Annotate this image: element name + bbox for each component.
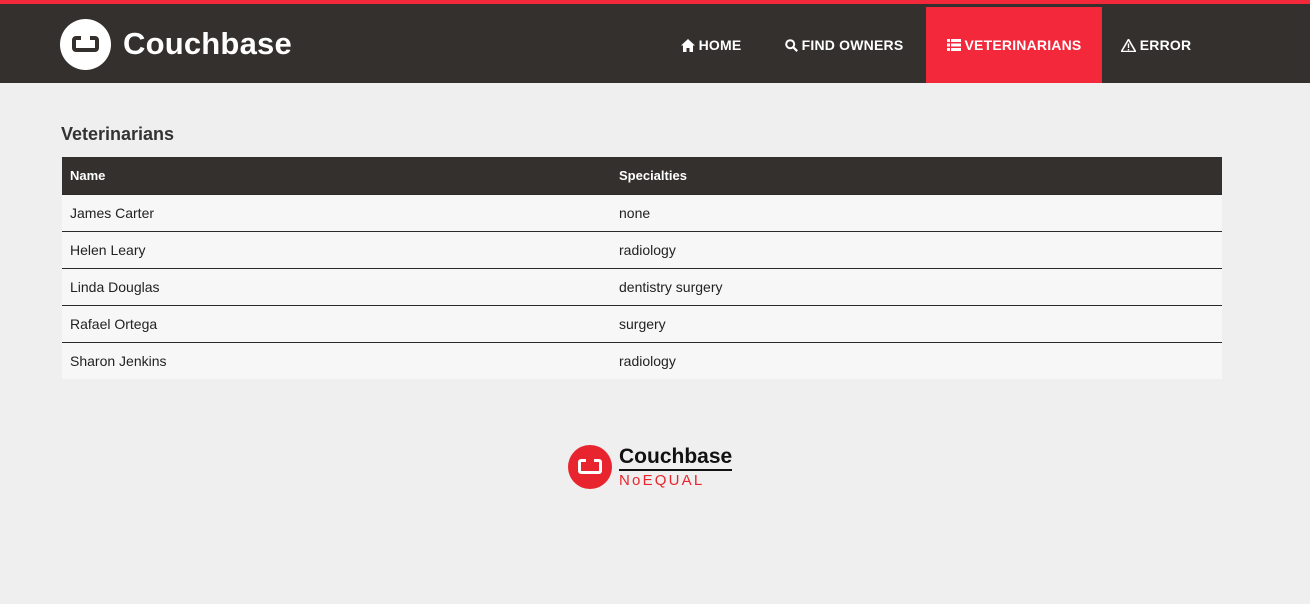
- table-row: Linda Douglas dentistry surgery: [62, 268, 1222, 305]
- table-row: Sharon Jenkins radiology: [62, 342, 1222, 379]
- nav-error-label: ERROR: [1139, 37, 1192, 53]
- column-header-specialties: Specialties: [619, 168, 687, 183]
- footer-tagline: NoEQUAL: [619, 471, 705, 489]
- warning-icon: [1120, 38, 1136, 52]
- couchbase-logo-icon: [568, 445, 612, 489]
- top-navbar: Couchbase HOME FIND OWNERS VETERINARIANS…: [0, 0, 1310, 83]
- search-icon: [784, 38, 798, 52]
- table-row: Rafael Ortega surgery: [62, 305, 1222, 342]
- list-icon: [946, 39, 961, 51]
- vet-specialties: radiology: [619, 242, 676, 258]
- vet-specialties: none: [619, 205, 651, 221]
- vet-name: Linda Douglas: [70, 279, 160, 295]
- footer-logo: Couchbase NoEQUAL: [568, 443, 733, 491]
- nav-veterinarians[interactable]: VETERINARIANS: [926, 7, 1102, 83]
- nav-error[interactable]: ERROR: [1108, 7, 1204, 83]
- table-header-row: Name Specialties: [62, 157, 1222, 194]
- vet-name: Sharon Jenkins: [70, 353, 167, 369]
- table-row: James Carter none: [62, 194, 1222, 231]
- nav-home[interactable]: HOME: [666, 7, 756, 83]
- footer-brand: Couchbase: [619, 445, 733, 471]
- vet-specialties: dentistry surgery: [619, 279, 723, 295]
- vet-specialties: radiology: [619, 353, 676, 369]
- table-row: Helen Leary radiology: [62, 231, 1222, 268]
- page-title: Veterinarians: [61, 124, 175, 144]
- column-header-name: Name: [70, 168, 106, 183]
- nav-veterinarians-label: VETERINARIANS: [964, 37, 1082, 53]
- veterinarians-table: Name Specialties James Carter none Helen…: [62, 157, 1222, 379]
- vet-name: Helen Leary: [70, 242, 146, 258]
- nav-home-label: HOME: [698, 37, 742, 53]
- vet-name: Rafael Ortega: [70, 316, 158, 332]
- home-icon: [680, 38, 695, 52]
- vet-specialties: surgery: [619, 316, 666, 332]
- nav-find-owners[interactable]: FIND OWNERS: [768, 7, 920, 83]
- vet-name: James Carter: [70, 205, 155, 221]
- nav-find-owners-label: FIND OWNERS: [801, 37, 904, 53]
- main-nav: HOME FIND OWNERS VETERINARIANS ERROR: [0, 7, 1310, 83]
